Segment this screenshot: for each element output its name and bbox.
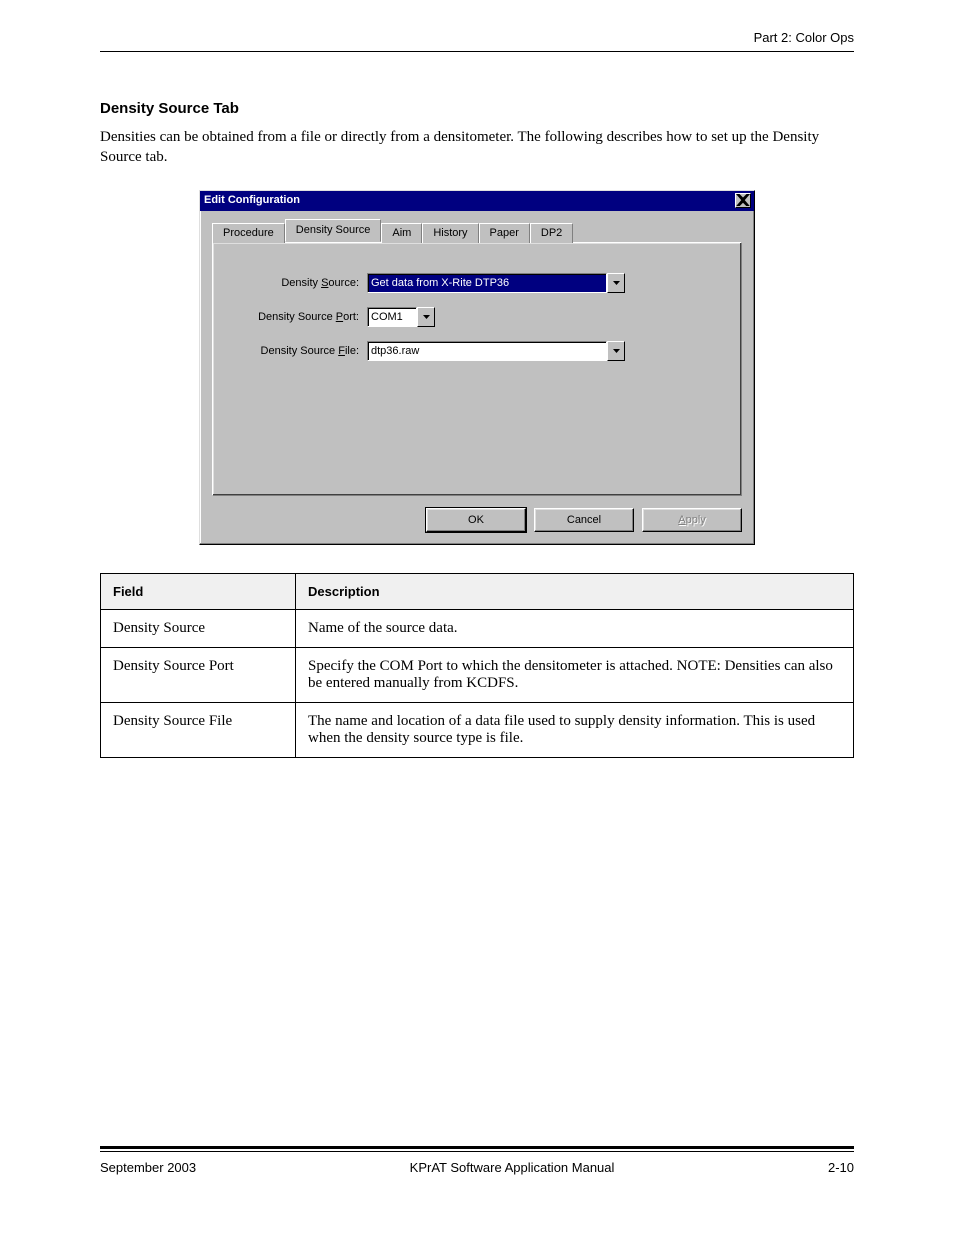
dialog-tabpanel: Density Source: Density Source Port:	[212, 242, 742, 496]
table-row: Density Source Name of the source data.	[101, 609, 854, 647]
input-density-source[interactable]	[367, 273, 607, 293]
page-header: Part 2: Color Ops	[100, 30, 854, 60]
page-footer: September 2003 KPrAT Software Applicatio…	[100, 1146, 854, 1175]
col-field: Field	[101, 573, 296, 609]
close-icon[interactable]	[735, 193, 751, 208]
combo-density-source-file[interactable]	[367, 341, 625, 361]
combo-density-source-port[interactable]	[367, 307, 435, 327]
row-density-source: Density Source:	[231, 273, 723, 293]
footer-date: September 2003	[100, 1160, 196, 1175]
row-density-source-port: Density Source Port:	[231, 307, 723, 327]
dialog-window: Edit Configuration Procedure Density Sou…	[199, 190, 755, 545]
table-row: Density Source Port Specify the COM Port…	[101, 647, 854, 702]
body-heading: Density Source Tab	[100, 100, 854, 117]
chevron-down-icon[interactable]	[607, 341, 625, 361]
footer-rule-thick	[100, 1146, 854, 1149]
tab-paper[interactable]: Paper	[479, 223, 530, 243]
chevron-down-icon[interactable]	[607, 273, 625, 293]
label-density-source-file: Density Source File:	[231, 345, 367, 357]
header-rule	[100, 51, 854, 52]
table-header-row: Field Description	[101, 573, 854, 609]
tab-dp2[interactable]: DP2	[530, 223, 573, 243]
tab-history[interactable]: History	[422, 223, 478, 243]
dialog-title: Edit Configuration	[204, 194, 300, 206]
tab-procedure[interactable]: Procedure	[212, 223, 285, 243]
header-section-title: Part 2: Color Ops	[100, 30, 854, 45]
dialog-button-row: OK Cancel Apply	[200, 508, 754, 544]
page-body: Density Source Tab Densities can be obta…	[100, 100, 854, 758]
row-density-source-file: Density Source File:	[231, 341, 723, 361]
dialog-titlebar: Edit Configuration	[200, 191, 754, 211]
input-density-source-file[interactable]	[367, 341, 607, 361]
footer-manual: KPrAT Software Application Manual	[410, 1160, 615, 1175]
dialog-tabbar: Procedure Density Source Aim History Pap…	[200, 211, 754, 242]
table-row: Density Source File The name and locatio…	[101, 702, 854, 757]
ok-button[interactable]: OK	[426, 508, 526, 532]
footer-page: 2-10	[828, 1160, 854, 1175]
chevron-down-icon[interactable]	[417, 307, 435, 327]
label-density-source: Density Source:	[231, 277, 367, 289]
combo-density-source[interactable]	[367, 273, 625, 293]
input-density-source-port[interactable]	[367, 307, 417, 327]
tab-aim[interactable]: Aim	[381, 223, 422, 243]
fields-table: Field Description Density Source Name of…	[100, 573, 854, 758]
cancel-button[interactable]: Cancel	[534, 508, 634, 532]
footer-rule-thin	[100, 1151, 854, 1152]
col-description: Description	[296, 573, 854, 609]
apply-button[interactable]: Apply	[642, 508, 742, 532]
dialog-screenshot: Edit Configuration Procedure Density Sou…	[100, 190, 854, 545]
tab-density-source[interactable]: Density Source	[285, 219, 382, 242]
label-density-source-port: Density Source Port:	[231, 311, 367, 323]
body-intro: Densities can be obtained from a file or…	[100, 127, 854, 168]
